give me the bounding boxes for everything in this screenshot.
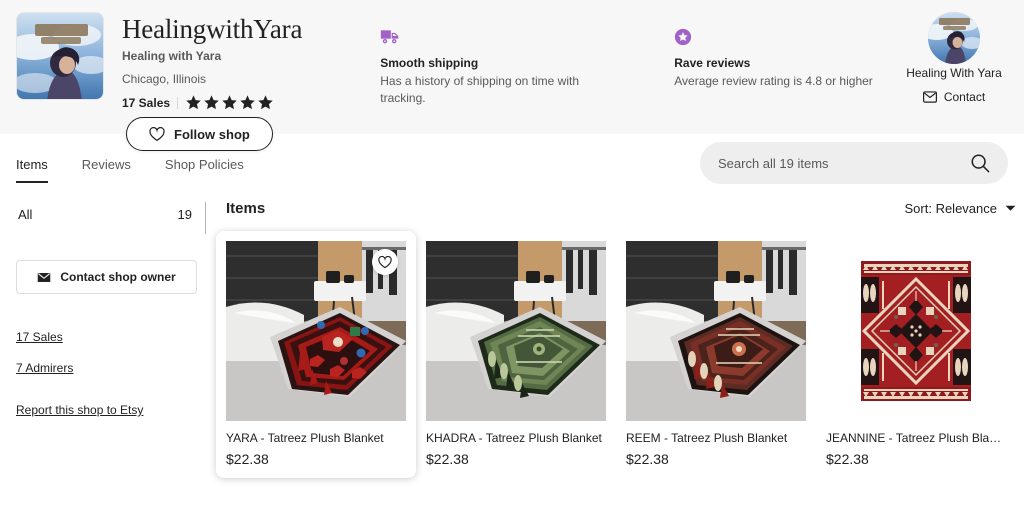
badge-description: Average review rating is 4.8 or higher [674,74,873,88]
listing-price: $22.38 [826,451,869,467]
sidebar-item-count: 19 [177,207,192,222]
tab-shop-policies[interactable]: Shop Policies [165,157,244,183]
tab-reviews[interactable]: Reviews [82,157,131,183]
listing-card[interactable]: JEANNINE - Tatreez Plush Blanket $22.38 [816,231,1016,478]
listing-image [226,241,406,421]
envelope-icon [38,272,51,282]
sort-label: Sort: Relevance [904,201,998,216]
listing-image [426,241,606,421]
tab-items[interactable]: Items [16,157,48,183]
bedroom-maroon-blanket-image [626,241,806,421]
listing-card[interactable]: KHADRA - Tatreez Plush Blanket $22.38 [416,231,616,478]
listings-section: Items Sort: Relevance YARA - Tatreez Plu… [206,192,1016,478]
shop-search[interactable] [700,142,1008,184]
star-icon [204,95,219,110]
shop-logo[interactable] [16,12,104,100]
contact-shop-owner-button[interactable]: Contact shop owner [16,260,197,294]
sidebar-link-sales[interactable]: 17 Sales [16,330,206,344]
owner-name-link[interactable]: Healing With Yara [906,66,1002,80]
listing-grid: YARA - Tatreez Plush Blanket $22.38 KHAD… [216,231,1016,478]
listing-price: $22.38 [626,451,669,467]
listing-image [826,241,1006,421]
sidebar-links: 17 Sales 7 Admirers [16,330,206,375]
badge-title: Smooth shipping [380,56,479,70]
listing-image [626,241,806,421]
shop-sales-link[interactable]: 17 Sales [122,96,170,110]
shop-rating-stars[interactable] [185,94,274,111]
sidebar-link-admirers[interactable]: 7 Admirers [16,361,206,375]
listing-card[interactable]: REEM - Tatreez Plush Blanket $22.38 [616,231,816,478]
search-button[interactable] [968,153,992,173]
star-badge-icon [674,28,912,48]
listings-header: Items Sort: Relevance [226,192,1016,231]
star-icon [258,95,273,110]
sidebar: All 19 Contact shop owner 17 Sales 7 Adm… [16,192,206,478]
listing-card[interactable]: YARA - Tatreez Plush Blanket $22.38 [216,231,416,478]
shop-nav: Items Reviews Shop Policies [0,134,1024,192]
favorite-button[interactable] [372,249,398,275]
badge-description: Has a history of shipping on time with t… [380,74,579,105]
bedroom-green-blanket-image [426,241,606,421]
heart-outline-icon [378,255,392,268]
badge-rave-reviews: Rave reviews Average review rating is 4.… [674,28,912,107]
shop-header: HealingwithYara Healing with Yara Chicag… [0,0,1024,151]
shop-location: Chicago, Illinois [122,72,207,86]
shop-tabs: Items Reviews Shop Policies [16,143,244,183]
sidebar-item-all[interactable]: All 19 [16,202,206,228]
stats-divider [177,96,179,109]
shop-display-name: Healing with Yara [122,49,222,63]
listing-price: $22.38 [426,451,469,467]
avatar[interactable] [928,12,980,64]
listing-title: KHADRA - Tatreez Plush Blanket [426,431,602,445]
listing-title: REEM - Tatreez Plush Blanket [626,431,788,445]
shop-identity: HealingwithYara Healing with Yara Chicag… [122,12,302,111]
star-icon [240,95,255,110]
star-icon [222,95,237,110]
listing-price: $22.38 [226,451,269,467]
owner-contact-label: Contact [943,90,986,104]
sort-dropdown[interactable]: Sort: Relevance [905,201,1017,216]
envelope-icon [922,91,937,103]
owner-contact-link[interactable]: Contact [900,90,1008,104]
shop-body: All 19 Contact shop owner 17 Sales 7 Adm… [0,192,1024,478]
chevron-down-icon [1005,205,1016,211]
listing-title: JEANNINE - Tatreez Plush Blanket [826,431,1006,445]
listing-title: YARA - Tatreez Plush Blanket [226,431,384,445]
search-input[interactable] [718,155,968,171]
sidebar-item-label: All [18,207,33,222]
shop-stats: 17 Sales [122,94,302,111]
listings-title: Items [226,200,266,217]
shop-title: HealingwithYara [122,14,303,44]
shop-badges: Smooth shipping Has a history of shippin… [380,12,912,107]
avatar-image [928,12,980,64]
star-icon [186,95,201,110]
shop-logo-image [17,13,103,99]
shop-owner: Healing With Yara Contact [900,12,1008,104]
report-shop-link[interactable]: Report this shop to Etsy [16,403,206,417]
shipping-truck-icon [380,28,618,48]
badge-title: Rave reviews [674,56,751,70]
badge-smooth-shipping: Smooth shipping Has a history of shippin… [380,28,618,107]
flatlay-red-rug-image [826,241,1006,421]
search-icon [971,154,990,173]
contact-shop-owner-label: Contact shop owner [60,270,176,284]
